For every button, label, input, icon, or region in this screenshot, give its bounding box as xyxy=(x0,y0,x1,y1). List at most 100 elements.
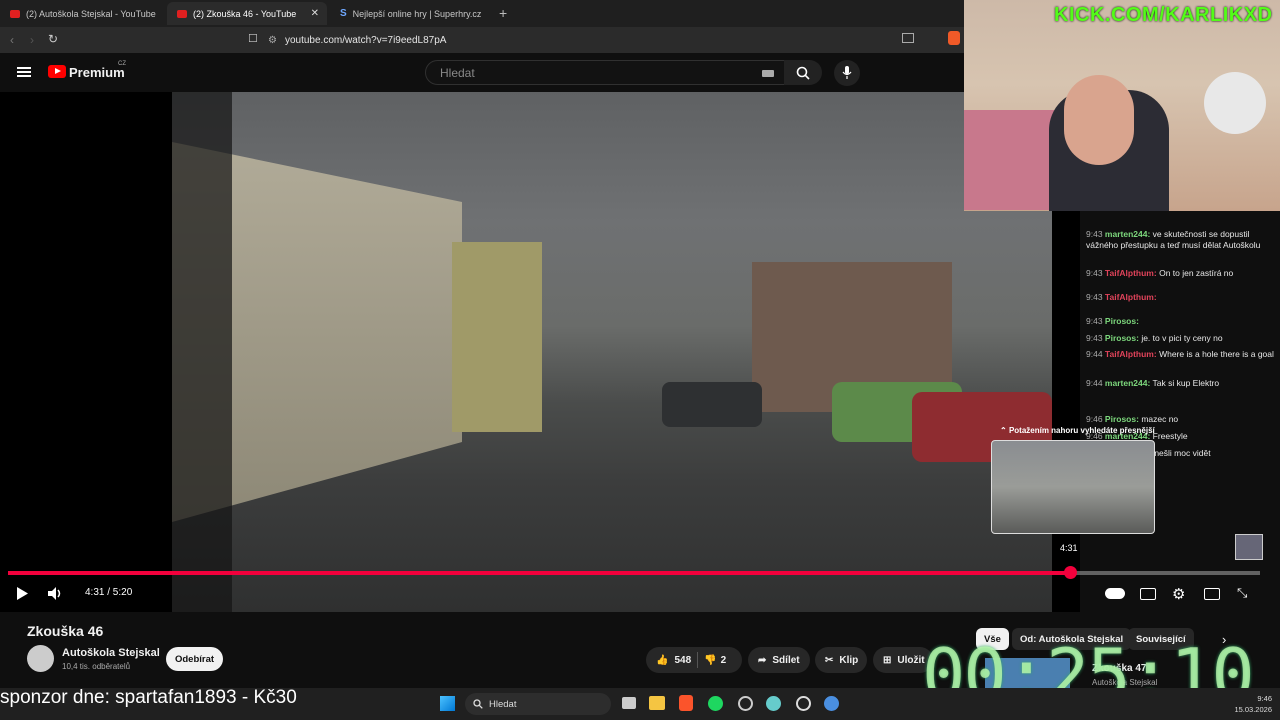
tab-label: (2) Zkouška 46 - YouTube xyxy=(193,8,297,19)
chat-username: Pirosos: xyxy=(1104,414,1139,424)
bookmark-icon[interactable]: ☐ xyxy=(248,32,258,45)
drag-tip: ⌃ Potažením nahoru vyhledáte přesnější xyxy=(1000,426,1155,435)
subscriber-count: 10,4 tis. odběratelů xyxy=(62,662,131,671)
save-label: Uložit xyxy=(897,654,925,666)
search-icon xyxy=(796,66,810,80)
chat-message: 9:43 Pirosos: xyxy=(1086,316,1276,327)
voice-search-button[interactable] xyxy=(834,60,860,86)
search-icon xyxy=(473,699,483,709)
clock-date: 15.03.2026 xyxy=(1234,705,1272,714)
like-count: 548 xyxy=(674,654,692,666)
menu-icon[interactable] xyxy=(17,67,31,69)
car-dark xyxy=(662,382,762,427)
channel-avatar[interactable] xyxy=(27,645,54,672)
video-frame xyxy=(172,92,1052,612)
miniplayer-icon[interactable] xyxy=(1204,588,1220,600)
url-field[interactable]: ⚙ youtube.com/watch?v=7i9eedL87pA xyxy=(268,31,940,49)
thumbs-down-icon: 👎 xyxy=(704,654,717,666)
tab-label: (2) Autoškola Stejskal - YouTube xyxy=(26,8,156,19)
subscribe-button[interactable]: Odebírat xyxy=(166,647,223,671)
new-tab-icon[interactable]: + xyxy=(499,5,507,21)
superhry-icon: S xyxy=(340,8,347,19)
autoplay-toggle[interactable] xyxy=(1105,588,1125,599)
obs-icon[interactable] xyxy=(796,696,811,711)
chat-time: 9:43 xyxy=(1086,292,1103,302)
chat-username: marten244: xyxy=(1104,378,1151,388)
bed xyxy=(964,110,1054,210)
kick-channel-label: KICK.COM/KARLIKXD xyxy=(1054,4,1273,26)
chat-message: 9:44 TaifAlpthum: Where is a hole there … xyxy=(1086,349,1276,360)
brave-icon[interactable] xyxy=(679,695,693,711)
play-button[interactable] xyxy=(16,587,28,600)
search-input[interactable]: Hledat xyxy=(425,60,785,85)
chat-username: TaifAlpthum: xyxy=(1104,349,1157,359)
country-code: CZ xyxy=(118,61,126,67)
youtube-icon xyxy=(10,9,20,18)
seek-tooltip-time: 4:31 xyxy=(1060,543,1078,553)
chat-text: Tak si kup Elektro xyxy=(1152,378,1220,388)
progress-scrubber[interactable] xyxy=(1063,566,1077,579)
clip-label: Klip xyxy=(839,654,859,666)
clock-time: 9:46 xyxy=(1257,694,1272,703)
tab-zkouska[interactable]: (2) Zkouška 46 - YouTube ✕ xyxy=(167,2,327,25)
windows-start-icon[interactable] xyxy=(440,696,455,711)
brave-shield-icon[interactable] xyxy=(948,31,960,45)
person-face xyxy=(1064,75,1134,165)
settings-icon[interactable]: ⚙ xyxy=(1172,585,1185,603)
like-button[interactable]: 👍 548 xyxy=(656,655,691,666)
volume-icon xyxy=(48,587,61,600)
app-c-icon[interactable] xyxy=(766,696,781,711)
file-explorer-icon[interactable] xyxy=(649,696,665,710)
tab-autoskola[interactable]: (2) Autoškola Stejskal - YouTube xyxy=(0,2,165,25)
seek-preview-thumbnail xyxy=(991,440,1155,534)
browser-tab-bar: (2) Autoškola Stejskal - YouTube (2) Zko… xyxy=(0,0,964,27)
taskbar-search-label: Hledat xyxy=(489,698,517,710)
chat-time: 9:44 xyxy=(1086,378,1103,388)
keyboard-icon[interactable] xyxy=(762,70,774,77)
a-pillar xyxy=(172,92,232,612)
webcam-overlay xyxy=(964,0,1280,211)
video-title: Zkouška 46 xyxy=(27,623,104,639)
chat-time: 9:46 xyxy=(1086,414,1103,424)
chat-time: 9:44 xyxy=(1086,349,1103,359)
fan xyxy=(1204,72,1266,134)
spotify-icon[interactable] xyxy=(708,696,723,711)
close-tab-icon[interactable]: ✕ xyxy=(311,8,319,19)
taskbar-search[interactable]: Hledat xyxy=(465,693,611,715)
task-view-icon[interactable] xyxy=(622,697,636,709)
tab-superhry[interactable]: S Nejlepší online hry | Superhry.cz xyxy=(330,2,490,25)
back-icon[interactable]: ‹ xyxy=(10,33,14,47)
clip-button[interactable]: ✂ Klip xyxy=(815,647,867,673)
forward-icon[interactable]: › xyxy=(30,33,34,47)
system-clock[interactable]: 9:46 15.03.2026 xyxy=(1222,693,1272,715)
ccleaner-icon[interactable] xyxy=(738,696,753,711)
chat-message: 9:44 marten244: Tak si kup Elektro xyxy=(1086,378,1276,389)
chat-message: 9:43 Pirosos: je. to v pici ty ceny no xyxy=(1086,333,1276,344)
tab-label: Nejlepší online hry | Superhry.cz xyxy=(352,8,482,19)
youtube-logo-icon[interactable] xyxy=(48,65,66,78)
chat-message: 9:43 marten244: ve skutečnosti se dopust… xyxy=(1086,229,1276,251)
miniplayer-thumbnail[interactable] xyxy=(1235,534,1263,560)
chat-time: 9:43 xyxy=(1086,229,1103,239)
fullscreen-icon[interactable]: ⤡ xyxy=(1237,585,1247,601)
chat-username: Pirosos: xyxy=(1104,316,1139,326)
site-info-icon[interactable]: ⚙ xyxy=(268,35,277,46)
scissors-icon: ✂ xyxy=(825,654,834,666)
channel-name[interactable]: Autoškola Stejskal xyxy=(62,647,160,659)
share-icon: ➦ xyxy=(758,654,767,666)
reload-icon[interactable]: ↻ xyxy=(48,32,58,46)
share-button[interactable]: ➦ Sdílet xyxy=(748,647,810,673)
chat-username: TaifAlpthum: xyxy=(1104,268,1157,278)
steam-icon[interactable] xyxy=(824,696,839,711)
dislike-button[interactable]: 👎 2 xyxy=(704,655,726,666)
volume-button[interactable] xyxy=(48,587,64,600)
play-icon xyxy=(17,587,28,600)
search-button[interactable] xyxy=(784,60,822,85)
chat-message: 9:43 TaifAlpthum: xyxy=(1086,292,1276,303)
chat-time: 9:43 xyxy=(1086,268,1103,278)
chat-message: 9:46 Pirosos: mazec no xyxy=(1086,414,1276,425)
subtitles-icon[interactable] xyxy=(1140,588,1156,600)
chat-text: Where is a hole there is a goal xyxy=(1159,349,1274,359)
like-dislike-group: 👍 548 👎 2 xyxy=(646,647,742,673)
time-display: 4:31 / 5:20 xyxy=(85,587,133,598)
